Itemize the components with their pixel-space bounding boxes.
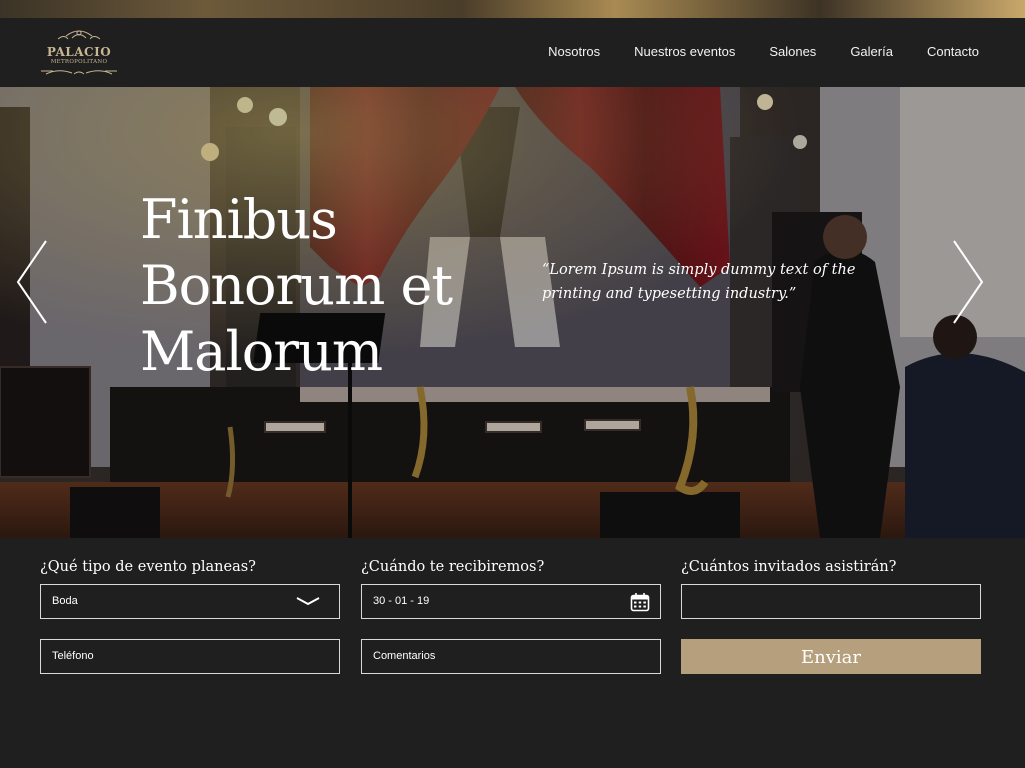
site-header: PALACIO METROPOLITANO Nosotros Nuestros …	[0, 18, 1025, 87]
comments-input[interactable]: Comentarios	[361, 639, 661, 674]
chevron-right-icon	[953, 240, 984, 324]
reservation-form: ¿Qué tipo de evento planeas? ¿Cuándo te …	[0, 538, 1025, 768]
event-type-value: Boda	[52, 595, 78, 607]
hero-title: Finibus Bonorum et Malorum	[140, 188, 453, 383]
phone-placeholder: Teléfono	[52, 650, 94, 662]
nav-item-nosotros[interactable]: Nosotros	[548, 44, 600, 60]
chevron-left-icon	[16, 240, 47, 324]
date-value: 30 - 01 - 19	[373, 595, 430, 607]
logo-text-metropolitano: METROPOLITANO	[50, 59, 108, 65]
event-type-select[interactable]: Boda	[40, 584, 340, 619]
calendar-icon[interactable]	[630, 592, 650, 612]
guests-input[interactable]	[681, 584, 981, 619]
guests-label: ¿Cuántos invitados asistirán?	[681, 559, 897, 575]
hero-slider: Finibus Bonorum et Malorum “Lorem Ipsum …	[0, 87, 1025, 538]
page: PALACIO METROPOLITANO Nosotros Nuestros …	[0, 0, 1025, 768]
slider-next-button[interactable]	[948, 237, 988, 327]
event-type-label: ¿Qué tipo de evento planeas?	[40, 559, 256, 575]
palacio-logo[interactable]: PALACIO METROPOLITANO	[38, 26, 120, 80]
slider-prev-button[interactable]	[12, 237, 52, 327]
date-field[interactable]: 30 - 01 - 19	[361, 584, 661, 619]
nav-item-salones[interactable]: Salones	[769, 44, 816, 60]
phone-input[interactable]: Teléfono	[40, 639, 340, 674]
nav-item-nuestros-eventos[interactable]: Nuestros eventos	[634, 44, 735, 60]
ceiling-strip	[0, 0, 1025, 18]
chevron-down-icon	[296, 597, 320, 606]
comments-placeholder: Comentarios	[373, 650, 436, 662]
logo-text-palacio: PALACIO	[46, 45, 112, 59]
main-nav: Nosotros Nuestros eventos Salones Galerí…	[514, 44, 979, 60]
date-label: ¿Cuándo te recibiremos?	[361, 559, 545, 575]
submit-button[interactable]: Enviar	[681, 639, 981, 674]
hero-quote: “Lorem Ipsum is simply dummy text of the…	[542, 262, 856, 302]
nav-item-galeria[interactable]: Galería	[850, 44, 893, 60]
nav-item-contacto[interactable]: Contacto	[927, 44, 979, 60]
